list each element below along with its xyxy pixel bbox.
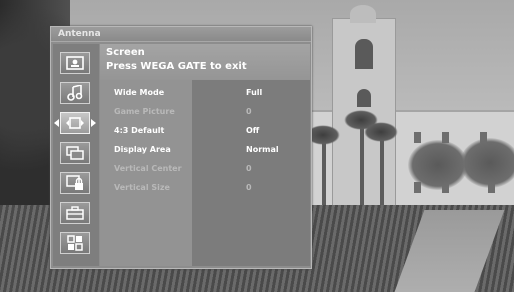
osd-menu: Antenna Screen Press WEGA GATE to exit W…: [50, 26, 312, 269]
setting-wide-mode[interactable]: Wide Mode Full: [100, 86, 310, 100]
picture-icon: [66, 56, 84, 70]
channel-icon: [66, 146, 84, 160]
setting-vertical-center: Vertical Center 0: [100, 162, 310, 176]
setup-icon: [66, 206, 84, 220]
section-title: Screen: [106, 47, 145, 58]
menu-main: Screen Press WEGA GATE to exit Wide Mode…: [100, 44, 310, 266]
screen-icon: [65, 116, 85, 130]
sidebar-picture-button[interactable]: [60, 52, 90, 74]
menu-title: Antenna: [51, 27, 311, 42]
right-arrow-icon: [91, 119, 96, 127]
setting-label: Game Picture: [114, 107, 175, 116]
sidebar-applications-button[interactable]: [60, 232, 90, 254]
left-arrow-icon: [54, 119, 59, 127]
setting-display-area[interactable]: Display Area Normal: [100, 143, 310, 157]
sidebar-parental-lock-button[interactable]: [60, 172, 90, 194]
setting-label: Vertical Center: [114, 164, 182, 173]
setting-value: Full: [246, 88, 263, 97]
menu-header: Screen Press WEGA GATE to exit: [100, 44, 310, 80]
setting-43-default[interactable]: 4:3 Default Off: [100, 124, 310, 138]
setting-value: 0: [246, 164, 252, 173]
sound-icon: [66, 85, 84, 101]
sidebar-sound-button[interactable]: [60, 82, 90, 104]
sidebar-setup-button[interactable]: [60, 202, 90, 224]
setting-value: Normal: [246, 145, 279, 154]
parental-lock-icon: [66, 175, 84, 191]
setting-value: 0: [246, 183, 252, 192]
setting-label: Vertical Size: [114, 183, 170, 192]
sidebar-channel-button[interactable]: [60, 142, 90, 164]
setting-value: 0: [246, 107, 252, 116]
menu-sidebar: [53, 44, 99, 266]
settings-panel: Wide Mode Full Game Picture 0 4:3 Defaul…: [100, 80, 310, 266]
exit-hint: Press WEGA GATE to exit: [106, 61, 247, 72]
applications-icon: [67, 235, 83, 251]
setting-label: 4:3 Default: [114, 126, 165, 135]
setting-label: Display Area: [114, 145, 171, 154]
sidebar-screen-button[interactable]: [60, 112, 90, 134]
setting-label: Wide Mode: [114, 88, 165, 97]
setting-game-picture: Game Picture 0: [100, 105, 310, 119]
setting-value: Off: [246, 126, 260, 135]
setting-vertical-size: Vertical Size 0: [100, 181, 310, 195]
